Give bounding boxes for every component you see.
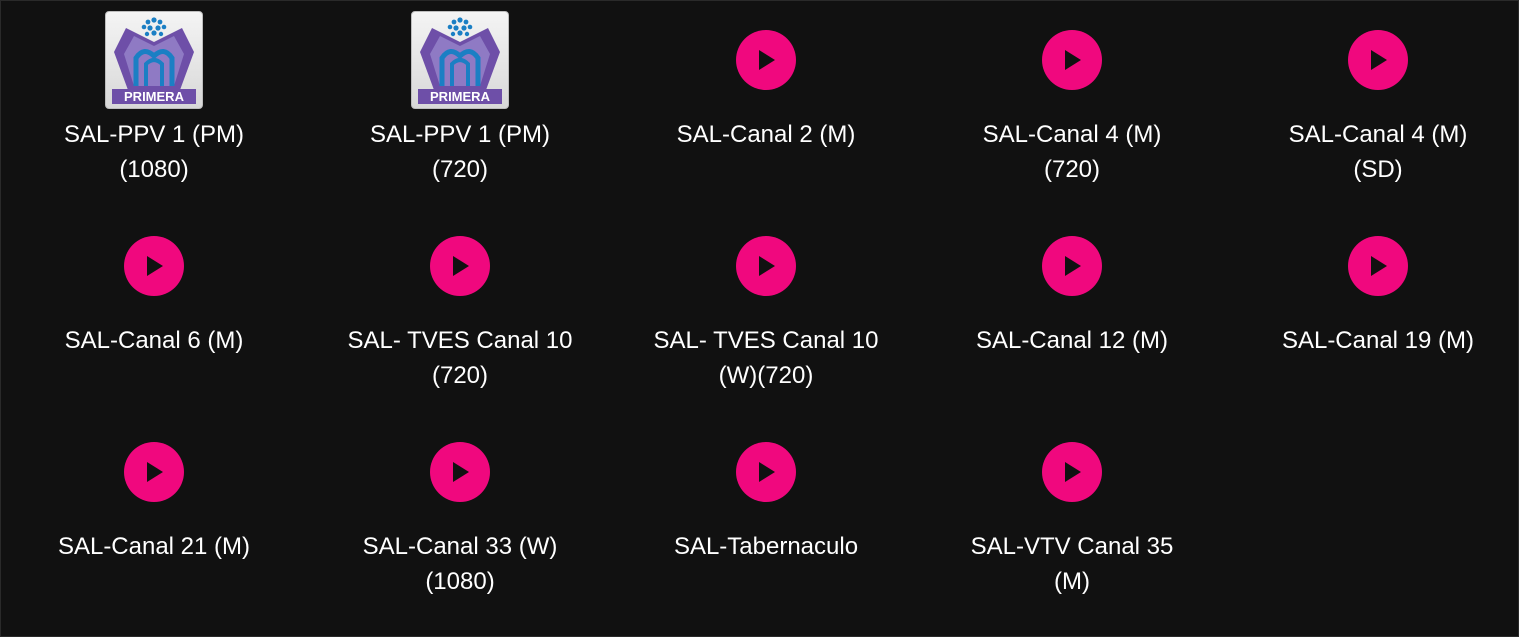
channel-tile-sal-ppv1-720[interactable]: PRIMERA SAL-PPV 1 (PM) (720) [307,1,613,207]
channel-tile-sal-canal33-1080[interactable]: SAL-Canal 33 (W) (1080) [307,413,613,619]
channel-label: SAL-Canal 4 (M) (SD) [1288,121,1468,183]
play-icon [1348,30,1408,90]
play-icon [124,236,184,296]
channel-label: SAL-Canal 12 (M) [975,327,1169,354]
channel-tile-sal-tabernaculo[interactable]: SAL-Tabernaculo [613,413,919,619]
channel-tile-sal-canal4-720[interactable]: SAL-Canal 4 (M) (720) [919,1,1225,207]
channel-tile-sal-canal21[interactable]: SAL-Canal 21 (M) [1,413,307,619]
logo-text: PRIMERA [124,89,185,104]
channel-tile-sal-canal4-sd[interactable]: SAL-Canal 4 (M) (SD) [1225,1,1519,207]
primera-logo-icon: PRIMERA [105,11,203,109]
channel-label: SAL-Tabernaculo [673,533,859,560]
channel-label: SAL-Canal 4 (M) (720) [982,121,1162,183]
channel-tile-sal-ppv1-1080[interactable]: PRIMERA SAL-PPV 1 (PM) (1080) [1,1,307,207]
play-icon [1348,236,1408,296]
channel-label: SAL- TVES Canal 10 (720) [347,327,573,389]
play-icon [1042,442,1102,502]
channel-label: SAL-PPV 1 (PM) (1080) [63,121,245,183]
channel-tile-sal-tves-canal10-720[interactable]: SAL- TVES Canal 10 (720) [307,207,613,413]
play-icon [736,442,796,502]
channel-label: SAL- TVES Canal 10 (W)(720) [653,327,879,389]
channel-label: SAL-VTV Canal 35 (M) [970,533,1174,595]
channel-label: SAL-Canal 21 (M) [57,533,251,560]
channel-label: SAL-Canal 33 (W) (1080) [362,533,558,595]
play-icon [736,30,796,90]
channel-tile-sal-canal12[interactable]: SAL-Canal 12 (M) [919,207,1225,413]
play-icon [1042,236,1102,296]
logo-text: PRIMERA [430,89,491,104]
channel-label: SAL-Canal 2 (M) [676,121,856,148]
channel-grid-window: PRIMERA SAL-PPV 1 (PM) (1080) PRIMERA SA… [0,0,1519,637]
primera-logo-icon: PRIMERA [411,11,509,109]
play-icon [430,442,490,502]
channel-tile-sal-tves-canal10-w720[interactable]: SAL- TVES Canal 10 (W)(720) [613,207,919,413]
play-icon [124,442,184,502]
channel-tile-sal-vtv-canal35[interactable]: SAL-VTV Canal 35 (M) [919,413,1225,619]
channel-tile-sal-canal19[interactable]: SAL-Canal 19 (M) [1225,207,1519,413]
play-icon [430,236,490,296]
play-icon [1042,30,1102,90]
play-icon [736,236,796,296]
channel-grid: PRIMERA SAL-PPV 1 (PM) (1080) PRIMERA SA… [1,1,1519,619]
channel-tile-sal-canal6[interactable]: SAL-Canal 6 (M) [1,207,307,413]
channel-label: SAL-Canal 19 (M) [1281,327,1475,354]
channel-label: SAL-Canal 6 (M) [64,327,244,354]
channel-tile-sal-canal2[interactable]: SAL-Canal 2 (M) [613,1,919,207]
channel-label: SAL-PPV 1 (PM) (720) [369,121,551,183]
